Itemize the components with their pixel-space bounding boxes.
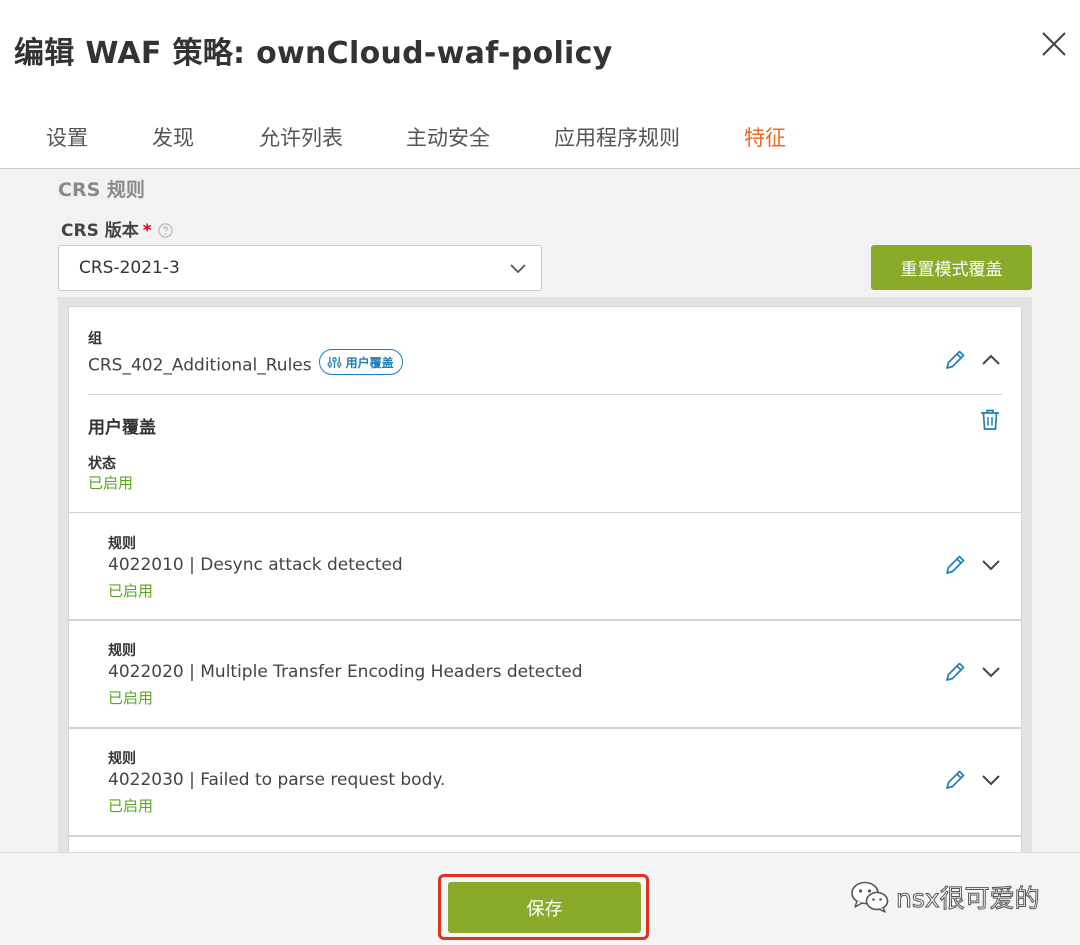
rule-card-partial bbox=[68, 836, 1022, 852]
rule-card: 规则 4022030 | Failed to parse request bod… bbox=[68, 728, 1022, 836]
modal-title: 编辑 WAF 策略: ownCloud-waf-policy bbox=[14, 36, 613, 71]
rule-label: 规则 bbox=[108, 751, 136, 767]
tab-positive-security[interactable]: 主动安全 bbox=[406, 122, 490, 152]
reset-mode-override-button[interactable]: 重置模式覆盖 bbox=[871, 245, 1032, 290]
help-icon[interactable] bbox=[157, 223, 173, 243]
tab-application-rules[interactable]: 应用程序规则 bbox=[554, 122, 680, 152]
expand-rule-button[interactable] bbox=[978, 552, 1004, 578]
edit-waf-policy-modal: 编辑 WAF 策略: ownCloud-waf-policy 设置 发现 允许列… bbox=[0, 0, 1080, 945]
pencil-icon bbox=[946, 662, 965, 681]
rule-card: 规则 4022020 | Multiple Transfer Encoding … bbox=[68, 620, 1022, 728]
save-button[interactable]: 保存 bbox=[448, 882, 641, 933]
edit-rule-button[interactable] bbox=[942, 659, 968, 685]
user-override-badge-label: 用户覆盖 bbox=[345, 355, 394, 370]
chevron-down-icon bbox=[982, 775, 1000, 786]
rule-status: 已启用 bbox=[108, 797, 154, 815]
watermark-text: nsx很可爱的 bbox=[896, 884, 1041, 914]
tab-settings[interactable]: 设置 bbox=[46, 122, 88, 152]
rule-text: 4022010 | Desync attack detected bbox=[108, 555, 403, 575]
required-mark: * bbox=[142, 221, 152, 241]
watermark: nsx很可爱的 bbox=[850, 879, 1040, 915]
rule-label: 规则 bbox=[108, 643, 136, 659]
chevron-down-icon bbox=[509, 260, 527, 279]
rule-card: 规则 4022010 | Desync attack detected 已启用 bbox=[68, 512, 1022, 620]
rule-group-list: 组 CRS_402_Additional_Rules 用户覆盖 用户覆盖 状态 已… bbox=[58, 297, 1032, 852]
close-icon bbox=[1042, 32, 1066, 56]
pencil-icon bbox=[946, 350, 965, 369]
user-override-title: 用户覆盖 bbox=[88, 418, 156, 438]
expand-rule-button[interactable] bbox=[978, 767, 1004, 793]
group-divider bbox=[88, 394, 1002, 395]
section-title-crs-rules: CRS 规则 bbox=[58, 179, 145, 201]
delete-override-button[interactable] bbox=[977, 407, 1003, 433]
group-card: 组 CRS_402_Additional_Rules 用户覆盖 用户覆盖 状态 已… bbox=[68, 306, 1022, 514]
group-name: CRS_402_Additional_Rules bbox=[88, 355, 312, 376]
collapse-group-button[interactable] bbox=[978, 347, 1004, 373]
rule-status: 已启用 bbox=[108, 689, 154, 707]
crs-version-label-text: CRS 版本 bbox=[61, 221, 139, 241]
expand-rule-button[interactable] bbox=[978, 659, 1004, 685]
rule-label: 规则 bbox=[108, 536, 136, 552]
group-label: 组 bbox=[88, 331, 102, 347]
tab-bar: 设置 发现 允许列表 主动安全 应用程序规则 特征 bbox=[0, 112, 1080, 169]
state-label: 状态 bbox=[88, 456, 116, 472]
modal-body: CRS 规则 CRS 版本 * CRS-2021-3 重置模式覆盖 组 CRS_4… bbox=[0, 169, 1080, 852]
tab-discovery[interactable]: 发现 bbox=[152, 122, 194, 152]
pencil-icon bbox=[946, 770, 965, 789]
chevron-down-icon bbox=[982, 667, 1000, 678]
chevron-down-icon bbox=[982, 560, 1000, 571]
crs-version-label: CRS 版本 * bbox=[61, 216, 173, 243]
rule-status: 已启用 bbox=[108, 582, 154, 600]
tab-allowlist[interactable]: 允许列表 bbox=[259, 122, 343, 152]
group-name-row: CRS_402_Additional_Rules 用户覆盖 bbox=[88, 349, 403, 376]
chevron-up-icon bbox=[982, 354, 1000, 365]
edit-group-button[interactable] bbox=[942, 347, 968, 373]
pencil-icon bbox=[946, 555, 965, 574]
edit-rule-button[interactable] bbox=[942, 767, 968, 793]
modal-footer: 保存 nsx很可爱的 bbox=[0, 852, 1080, 945]
state-value: 已启用 bbox=[88, 474, 134, 492]
rule-text: 4022030 | Failed to parse request body. bbox=[108, 770, 446, 790]
crs-version-select[interactable]: CRS-2021-3 bbox=[58, 245, 542, 291]
close-button[interactable] bbox=[1038, 28, 1070, 60]
trash-icon bbox=[981, 409, 999, 430]
rule-text: 4022020 | Multiple Transfer Encoding Hea… bbox=[108, 662, 583, 682]
edit-rule-button[interactable] bbox=[942, 552, 968, 578]
sliders-icon bbox=[327, 356, 342, 368]
tab-signatures[interactable]: 特征 bbox=[744, 122, 786, 152]
crs-version-value: CRS-2021-3 bbox=[79, 258, 180, 278]
user-override-badge: 用户覆盖 bbox=[318, 349, 403, 375]
wechat-icon bbox=[851, 881, 889, 913]
